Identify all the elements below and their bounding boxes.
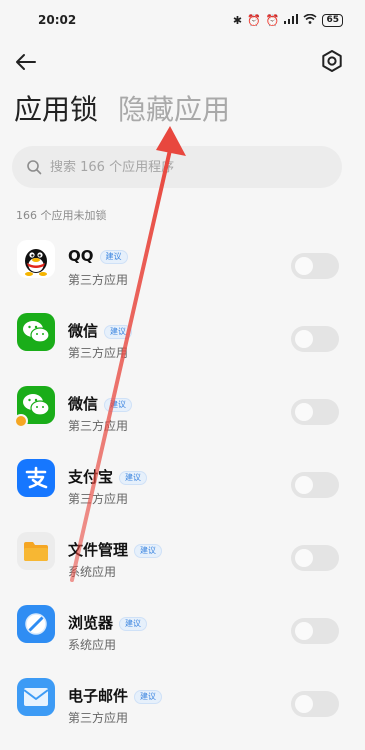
list-item[interactable]: 支付宝 建议 第三方应用 — [0, 447, 365, 520]
list-item[interactable]: 浏览器 建议 系统应用 — [0, 593, 365, 666]
app-name: 微信 建议 — [68, 320, 133, 341]
signal-icon — [284, 13, 299, 27]
back-button[interactable] — [12, 48, 40, 76]
list-item[interactable]: 电子邮件 建议 第三方应用 — [0, 666, 365, 739]
recommended-badge: 建议 — [99, 249, 128, 264]
lock-toggle[interactable] — [291, 399, 339, 425]
toggle-knob — [295, 695, 313, 713]
toggle-knob — [295, 549, 313, 567]
qq-icon — [17, 240, 55, 278]
alarm-off-icon: ⏰ — [247, 13, 261, 27]
search-bar[interactable] — [12, 146, 342, 188]
toggle-knob — [295, 622, 313, 640]
app-name: 浏览器 建议 — [68, 612, 148, 633]
lock-toggle[interactable] — [291, 472, 339, 498]
app-type: 第三方应用 — [68, 711, 129, 725]
status-time: 20:02 — [38, 13, 77, 27]
status-bar: 20:02 ✱ ⏰ ⏰ 65 — [0, 0, 365, 40]
wechat-icon — [17, 313, 55, 351]
list-item[interactable]: QQ 建议 第三方应用 — [0, 228, 365, 301]
app-name: 支付宝 建议 — [68, 466, 148, 487]
toggle-knob — [295, 330, 313, 348]
battery-indicator: 65 — [322, 13, 343, 27]
wechat-dual-icon — [14, 386, 55, 428]
app-name: QQ 建议 — [68, 247, 128, 265]
bluetooth-icon: ✱ — [232, 13, 243, 27]
alipay-icon — [17, 459, 55, 497]
app-type: 系统应用 — [68, 638, 117, 652]
tab-bar: 应用锁 隐藏应用 — [14, 92, 230, 128]
recommended-badge: 建议 — [104, 324, 133, 339]
app-name: 文件管理 建议 — [68, 539, 163, 560]
app-name: 电子邮件 建议 — [68, 685, 163, 706]
list-item[interactable]: 文件管理 建议 系统应用 — [0, 520, 365, 593]
app-type: 第三方应用 — [68, 273, 129, 287]
lock-toggle[interactable] — [291, 618, 339, 644]
lock-toggle[interactable] — [291, 545, 339, 571]
browser-icon — [17, 605, 55, 643]
status-icons: ✱ ⏰ ⏰ 65 — [232, 13, 343, 27]
lock-toggle[interactable] — [291, 253, 339, 279]
tab-hidden-apps[interactable]: 隐藏应用 — [118, 92, 230, 128]
file-manager-icon — [17, 532, 55, 570]
recommended-badge: 建议 — [134, 543, 163, 558]
app-type: 第三方应用 — [68, 419, 129, 433]
list-item[interactable]: 微信 建议 第三方应用 — [0, 301, 365, 374]
app-type: 第三方应用 — [68, 492, 129, 506]
app-type: 系统应用 — [68, 565, 117, 579]
app-name: 微信 建议 — [68, 393, 133, 414]
email-icon — [17, 678, 55, 716]
dual-app-badge-icon — [14, 414, 28, 428]
toggle-knob — [295, 257, 313, 275]
search-icon — [27, 160, 42, 175]
app-type: 第三方应用 — [68, 346, 129, 360]
recommended-badge: 建议 — [119, 470, 148, 485]
tab-app-lock[interactable]: 应用锁 — [14, 92, 98, 128]
toggle-knob — [295, 403, 313, 421]
back-arrow-icon — [16, 54, 36, 70]
alarm-icon: ⏰ — [265, 13, 280, 27]
gear-icon — [322, 50, 342, 72]
recommended-badge: 建议 — [119, 616, 148, 631]
top-bar — [0, 44, 365, 78]
recommended-badge: 建议 — [104, 397, 133, 412]
toggle-knob — [295, 476, 313, 494]
search-input[interactable] — [50, 159, 310, 175]
lock-toggle[interactable] — [291, 326, 339, 352]
settings-button[interactable] — [319, 48, 345, 74]
app-list: QQ 建议 第三方应用 微信 建议 第三方应用 微信 建议 第三方应用 支付宝 … — [0, 228, 365, 739]
lock-toggle[interactable] — [291, 691, 339, 717]
list-item[interactable]: 微信 建议 第三方应用 — [0, 374, 365, 447]
wifi-icon — [303, 13, 317, 27]
recommended-badge: 建议 — [134, 689, 163, 704]
unlocked-count-label: 166 个应用未加锁 — [16, 209, 107, 222]
